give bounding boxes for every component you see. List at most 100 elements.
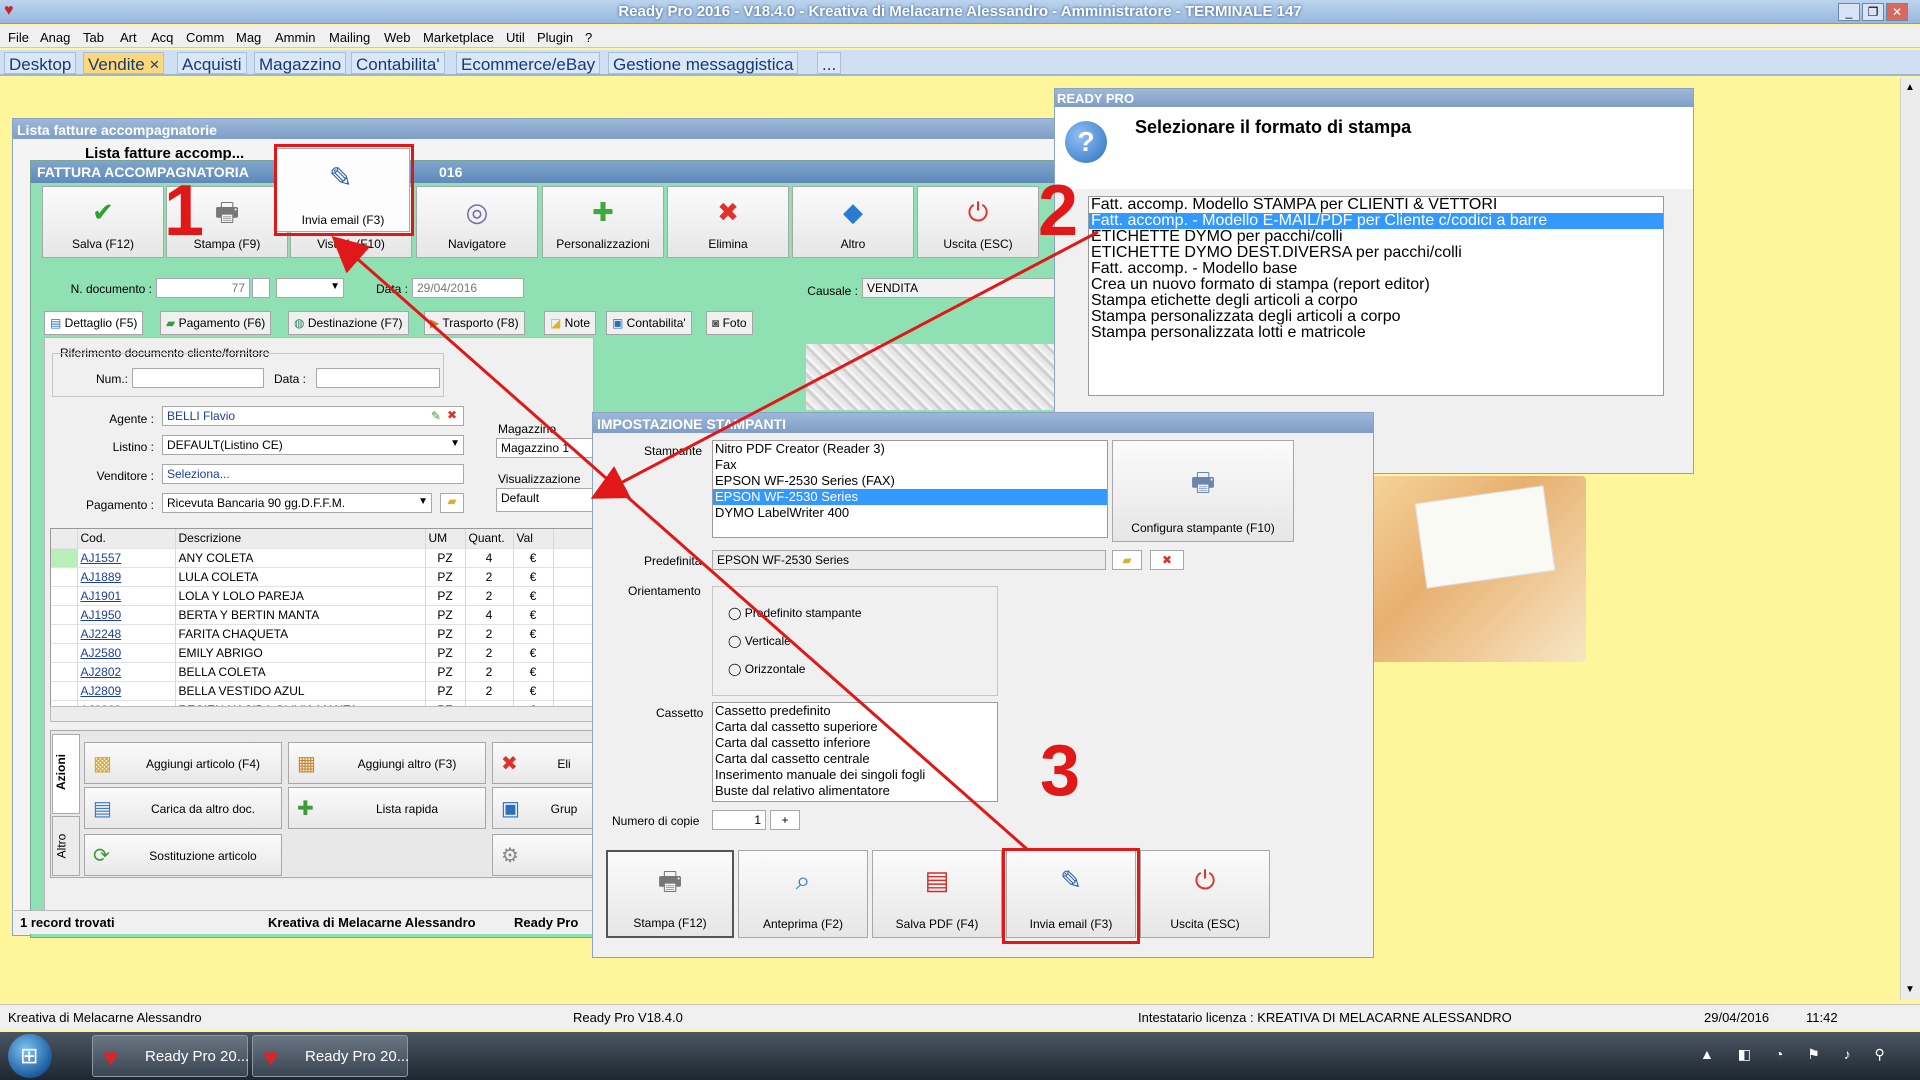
listino-select[interactable]: DEFAULT(Listino CE) ▼ xyxy=(162,435,464,455)
printer-option[interactable]: Fax xyxy=(713,457,1107,473)
table-row[interactable]: AJ1950 BERTA Y BERTIN MANTA PZ 4 € xyxy=(51,605,593,625)
printer-option[interactable]: EPSON WF-2530 Series (FAX) xyxy=(713,473,1107,489)
tab-pagamento[interactable]: ▰ Pagamento (F6) xyxy=(160,311,272,335)
menu-file[interactable]: File xyxy=(8,30,29,45)
menu-help[interactable]: ? xyxy=(585,30,592,45)
dialog-print-button[interactable]: 🖶 Stampa (F12) xyxy=(606,850,734,938)
tab-trasporto[interactable]: ▶ Trasporto (F8) xyxy=(424,311,525,335)
quick-list-button[interactable]: ✚ Lista rapida xyxy=(288,787,486,829)
menu-acq[interactable]: Acq xyxy=(151,30,173,45)
tab-contabilita[interactable]: ▣ Contabilita' xyxy=(606,311,692,335)
cell-cod[interactable]: AJ2580 xyxy=(77,643,176,663)
format-option[interactable]: Stampa personalizzata lotti e matricole xyxy=(1089,325,1663,341)
tab-magazzino[interactable]: Magazzino xyxy=(254,52,347,74)
desktop-scrollbar[interactable]: ▲ ▼ xyxy=(1900,78,1920,1000)
format-option[interactable]: Fatt. accomp. - Modello base xyxy=(1089,261,1663,277)
close-button[interactable]: ✕ xyxy=(1886,3,1908,21)
tab-contabilita[interactable]: Contabilita' xyxy=(351,52,445,74)
format-option[interactable]: ETICHETTE DYMO per pacchi/colli xyxy=(1089,229,1663,245)
tab-vendite[interactable]: Vendite × xyxy=(83,52,165,74)
cell-cod[interactable]: AJ1950 xyxy=(77,605,176,625)
format-option[interactable]: ETICHETTE DYMO DEST.DIVERSA per pacchi/c… xyxy=(1089,245,1663,261)
tray-option[interactable]: Buste dal relativo alimentatore xyxy=(713,783,997,799)
table-row[interactable]: AJ2580 EMILY ABRIGO PZ 2 € xyxy=(51,643,593,663)
groups-button[interactable]: ▣ Grup xyxy=(492,787,596,829)
cell-cod[interactable]: AJ1889 xyxy=(77,567,176,587)
format-listbox[interactable]: Fatt. accomp. Modello STAMPA per CLIENTI… xyxy=(1088,196,1664,396)
scroll-down-icon[interactable]: ▼ xyxy=(1905,984,1915,995)
save-button[interactable]: ✔ Salva (F12) xyxy=(42,186,164,258)
exit-button[interactable]: ⏻ Uscita (ESC) xyxy=(917,186,1039,258)
delete-row-button[interactable]: ✖ Eli xyxy=(492,742,596,784)
scroll-up-icon[interactable]: ▲ xyxy=(1905,82,1915,93)
menu-web[interactable]: Web xyxy=(384,30,411,45)
pagamento-select[interactable]: Ricevuta Bancaria 90 gg.D.F.F.M. ▼ xyxy=(162,493,432,513)
col-descrizione[interactable]: Descrizione xyxy=(175,529,426,549)
tray-option[interactable]: Inserimento manuale dei singoli fogli xyxy=(713,767,997,783)
printer-listbox[interactable]: Nitro PDF Creator (Reader 3) Fax EPSON WF-… xyxy=(712,440,1108,538)
tab-acquisti[interactable]: Acquisti xyxy=(177,52,247,74)
menu-plugin[interactable]: Plugin xyxy=(537,30,573,45)
cell-cod[interactable]: AJ1901 xyxy=(77,586,176,606)
format-option[interactable]: Stampa personalizzata degli articoli a c… xyxy=(1089,309,1663,325)
data2-input[interactable] xyxy=(316,368,440,388)
tab-destinazione[interactable]: ◍ Destinazione (F7) xyxy=(288,311,409,335)
replace-article-button[interactable]: ⟳ Sostituzione articolo xyxy=(84,834,282,876)
cell-cod[interactable]: AJ2809 xyxy=(77,681,176,701)
maximize-button[interactable]: ❐ xyxy=(1862,3,1884,21)
menu-ammin[interactable]: Ammin xyxy=(275,30,315,45)
side-tab-azioni[interactable]: Azioni xyxy=(52,734,80,814)
ndoc-spin[interactable] xyxy=(252,278,270,298)
cell-cod[interactable]: AJ2248 xyxy=(77,624,176,644)
add-other-button[interactable]: ▦ Aggiungi altro (F3) xyxy=(288,742,486,784)
extra-action-button[interactable]: ⚙ xyxy=(492,834,596,876)
format-option[interactable]: Fatt. accomp. - Modello E-MAIL/PDF per C… xyxy=(1089,213,1663,229)
taskbar-item-2[interactable]: ♥ Ready Pro 20... xyxy=(252,1035,409,1077)
table-row[interactable]: AJ1889 LULA COLETA PZ 2 € xyxy=(51,567,593,587)
col-um[interactable]: UM xyxy=(425,529,466,549)
col-val[interactable]: Val xyxy=(513,529,554,549)
add-article-button[interactable]: ▩ Aggiungi articolo (F4) xyxy=(84,742,282,784)
tab-more[interactable]: ... xyxy=(817,52,842,74)
menu-comm[interactable]: Comm xyxy=(186,30,224,45)
date-input[interactable]: 29/04/2016 xyxy=(412,278,524,298)
more-button[interactable]: ◆ Altro xyxy=(792,186,914,258)
customizations-button[interactable]: ✚ Personalizzazioni xyxy=(542,186,664,258)
table-row[interactable]: AJ2802 BELLA COLETA PZ 2 € xyxy=(51,662,593,682)
copie-input[interactable]: 1 xyxy=(712,810,766,830)
menu-util[interactable]: Util xyxy=(506,30,525,45)
causale-input[interactable]: VENDITA xyxy=(862,278,1058,298)
tray-icons[interactable]: ▲ ◧ ◔ ⚑ ♪ ⚲ xyxy=(1700,1046,1895,1063)
menu-mag[interactable]: Mag xyxy=(236,30,261,45)
printer-option[interactable]: EPSON WF-2530 Series xyxy=(713,489,1107,505)
ndoc-input[interactable]: 77 xyxy=(156,278,250,298)
agente-input[interactable]: BELLI Flavio ✎ ✖ xyxy=(162,406,464,426)
delete-button[interactable]: ✖ Elimina xyxy=(667,186,789,258)
dialog-save-pdf-button[interactable]: ▤ Salva PDF (F4) xyxy=(872,850,1002,938)
venditore-input[interactable]: Seleziona... xyxy=(162,464,464,484)
menu-marketplace[interactable]: Marketplace xyxy=(423,30,494,45)
navigator-button[interactable]: ◎ Navigatore xyxy=(416,186,538,258)
cell-cod[interactable]: AJ1557 xyxy=(77,548,176,568)
tab-note[interactable]: ◪ Note xyxy=(544,311,597,335)
table-row[interactable]: AJ2809 BELLA VESTIDO AZUL PZ 2 € xyxy=(51,681,593,701)
menu-art[interactable]: Art xyxy=(120,30,137,45)
menu-anag[interactable]: Anag xyxy=(40,30,70,45)
tab-desktop[interactable]: Desktop xyxy=(4,52,77,74)
table-row[interactable]: AJ2248 FARITA CHAQUETA PZ 2 € xyxy=(51,624,593,644)
col-quant[interactable]: Quant. xyxy=(465,529,514,549)
clear-icon[interactable]: ✖ xyxy=(447,408,457,422)
taskbar-item-1[interactable]: ♥ Ready Pro 20... xyxy=(92,1035,249,1077)
predefinita-clear-button[interactable]: ✖ xyxy=(1150,550,1184,570)
orientation-default[interactable]: ◯ Predefinito stampante xyxy=(728,606,862,620)
start-button[interactable]: ⊞ xyxy=(8,1034,52,1078)
tab-dettaglio[interactable]: ▤ Dettaglio (F5) xyxy=(44,311,144,335)
tray-option[interactable]: Cassetto predefinito xyxy=(713,703,997,719)
col-cod[interactable]: Cod. xyxy=(77,529,176,549)
printer-option[interactable]: DYMO LabelWriter 400 xyxy=(713,505,1107,521)
tab-ecommerce[interactable]: Ecommerce/eBay xyxy=(456,52,601,74)
grid-hscrollbar[interactable] xyxy=(50,706,594,722)
tray-option[interactable]: Carta dal cassetto inferiore xyxy=(713,735,997,751)
orientation-vertical[interactable]: ◯ Verticale xyxy=(728,634,791,648)
tray-listbox[interactable]: Cassetto predefinito Carta dal cassetto s… xyxy=(712,702,998,802)
